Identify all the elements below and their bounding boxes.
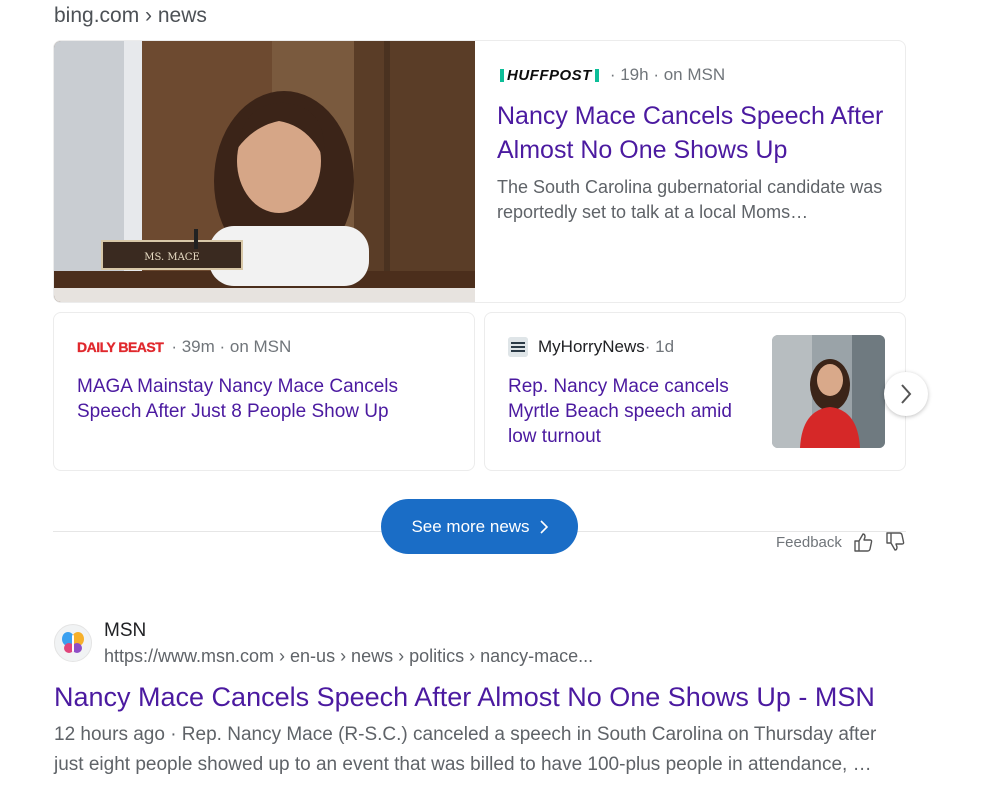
huffpost-logo: HUFFPOST bbox=[497, 67, 602, 84]
article-snippet: The South Carolina gubernatorial candida… bbox=[497, 177, 883, 222]
myhorrynews-logo bbox=[508, 337, 528, 357]
site-url[interactable]: https://www.msn.com › en-us › news › pol… bbox=[104, 646, 593, 667]
news-photo[interactable]: MS. MACE bbox=[54, 41, 475, 303]
breadcrumb[interactable]: bing.com › news bbox=[54, 4, 207, 28]
result-snippet: 12 hours ago · Rep. Nancy Mace (R-S.C.) … bbox=[54, 724, 877, 775]
news-card-main[interactable]: MS. MACE HUFFPOST · 19h · on MSN Nancy M… bbox=[53, 40, 906, 303]
news-card-dailybeast[interactable]: DAILY BEAST · 39m · on MSN MAGA Mainstay… bbox=[53, 312, 475, 471]
chevron-right-icon bbox=[901, 384, 912, 404]
feedback: Feedback bbox=[776, 531, 906, 553]
nameplate-text: MS. MACE bbox=[144, 252, 200, 263]
thumbs-down-icon[interactable] bbox=[884, 531, 906, 553]
feedback-label[interactable]: Feedback bbox=[776, 534, 842, 551]
result-title-link[interactable]: Nancy Mace Cancels Speech After Almost N… bbox=[54, 682, 875, 713]
headline-link[interactable]: Nancy Mace Cancels Speech After Almost N… bbox=[497, 99, 885, 167]
dailybeast-logo: DAILY BEAST bbox=[77, 338, 164, 355]
article-meta: · 19h · on MSN bbox=[609, 65, 726, 84]
msn-butterfly-icon bbox=[62, 632, 84, 653]
see-more-news-button[interactable]: See more news bbox=[381, 499, 578, 554]
article-meta: · 39m · on MSN bbox=[171, 337, 292, 356]
article-meta: · 1d bbox=[644, 337, 675, 356]
carousel-next-button[interactable] bbox=[884, 372, 928, 416]
source-name: MyHorryNews bbox=[538, 337, 645, 356]
headline-link[interactable]: MAGA Mainstay Nancy Mace Cancels Speech … bbox=[77, 374, 454, 424]
msn-favicon[interactable] bbox=[54, 624, 92, 662]
news-card-myhorrynews[interactable]: MyHorryNews · 1d Rep. Nancy Mace cancels… bbox=[484, 312, 906, 471]
headline-link[interactable]: Rep. Nancy Mace cancels Myrtle Beach spe… bbox=[508, 374, 755, 449]
chevron-right-icon bbox=[539, 519, 548, 534]
site-name: MSN bbox=[104, 620, 147, 641]
news-thumbnail[interactable] bbox=[772, 335, 885, 448]
see-more-label: See more news bbox=[411, 516, 530, 536]
thumbs-up-icon[interactable] bbox=[852, 531, 874, 553]
